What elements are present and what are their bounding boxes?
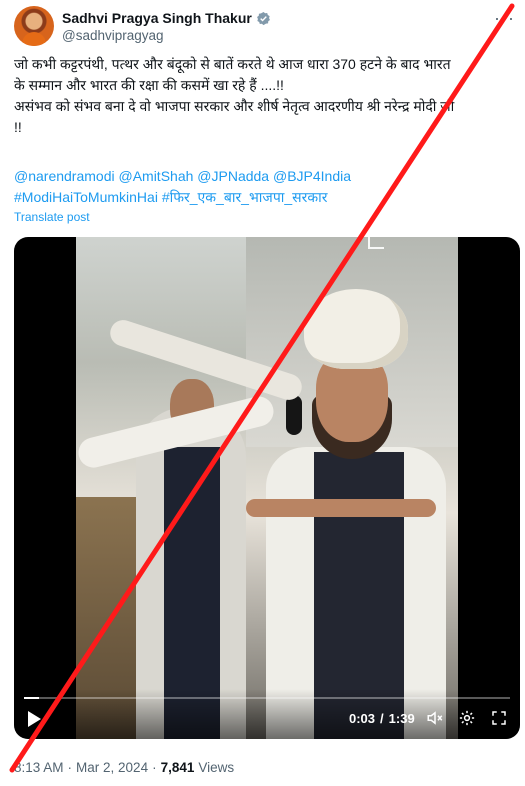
post-text-line: असंभव को संभव बना दे वो भाजपा सरकार और श… <box>14 98 455 114</box>
views-label: Views <box>198 760 235 775</box>
video-scene-speaker-turban <box>304 289 408 369</box>
meta-separator: · <box>152 760 157 775</box>
hashtags-link[interactable]: #ModiHaiToMumkinHai #फिर_एक_बार_भाजपा_सर… <box>14 187 514 208</box>
mentions-link[interactable]: @narendramodi @AmitShah @JPNadda @BJP4In… <box>14 166 514 187</box>
video-time-separator: / <box>380 711 384 726</box>
post-header: Sadhvi Pragya Singh Thakur @sadhvipragya… <box>14 6 514 46</box>
video-progress-bar[interactable] <box>24 697 510 699</box>
meta-separator: · <box>67 760 73 775</box>
post-text-line: के सम्मान और भारत की रक्षा की कसमें खा र… <box>14 77 284 93</box>
video-duration: 1:39 <box>388 711 415 726</box>
video-scene-arm <box>246 499 436 517</box>
volume-muted-icon[interactable] <box>426 709 444 727</box>
more-options-icon[interactable]: ··· <box>494 9 514 31</box>
post-meta: 8:13 AM · Mar 2, 2024 · 7,841 Views <box>14 760 234 775</box>
video-current-time: 0:03 <box>349 711 376 726</box>
post-date[interactable]: Mar 2, 2024 <box>76 760 148 775</box>
expand-icon[interactable] <box>368 237 384 249</box>
author-name-row: Sadhvi Pragya Singh Thakur <box>62 9 271 27</box>
video-scene-microphone <box>286 395 302 435</box>
author-name[interactable]: Sadhvi Pragya Singh Thakur <box>62 10 252 26</box>
video-frame <box>76 237 458 739</box>
verified-badge-icon <box>256 11 270 25</box>
post-time[interactable]: 8:13 AM <box>14 760 64 775</box>
post-text-line: जो कभी कट्टरपंथी, पत्थर और बंदूको से बात… <box>14 56 451 72</box>
author-handle[interactable]: @sadhvipragyag <box>62 28 164 43</box>
post-text-line: !! <box>14 119 22 135</box>
fullscreen-icon[interactable] <box>490 709 508 727</box>
video-progress-fill <box>24 697 39 699</box>
video-time: 0:03 / 1:39 <box>349 711 415 726</box>
translate-post-link[interactable]: Translate post <box>14 210 90 224</box>
settings-gear-icon[interactable] <box>458 709 476 727</box>
video-player[interactable]: 0:03 / 1:39 <box>14 237 520 739</box>
post-text: जो कभी कट्टरपंथी, पत्थर और बंदूको से बात… <box>14 54 514 138</box>
author-avatar[interactable] <box>14 6 54 46</box>
video-controls: 0:03 / 1:39 <box>14 689 520 739</box>
views-count: 7,841 <box>160 760 195 775</box>
post-tags: @narendramodi @AmitShah @JPNadda @BJP4In… <box>14 166 514 208</box>
play-icon[interactable] <box>28 711 41 727</box>
